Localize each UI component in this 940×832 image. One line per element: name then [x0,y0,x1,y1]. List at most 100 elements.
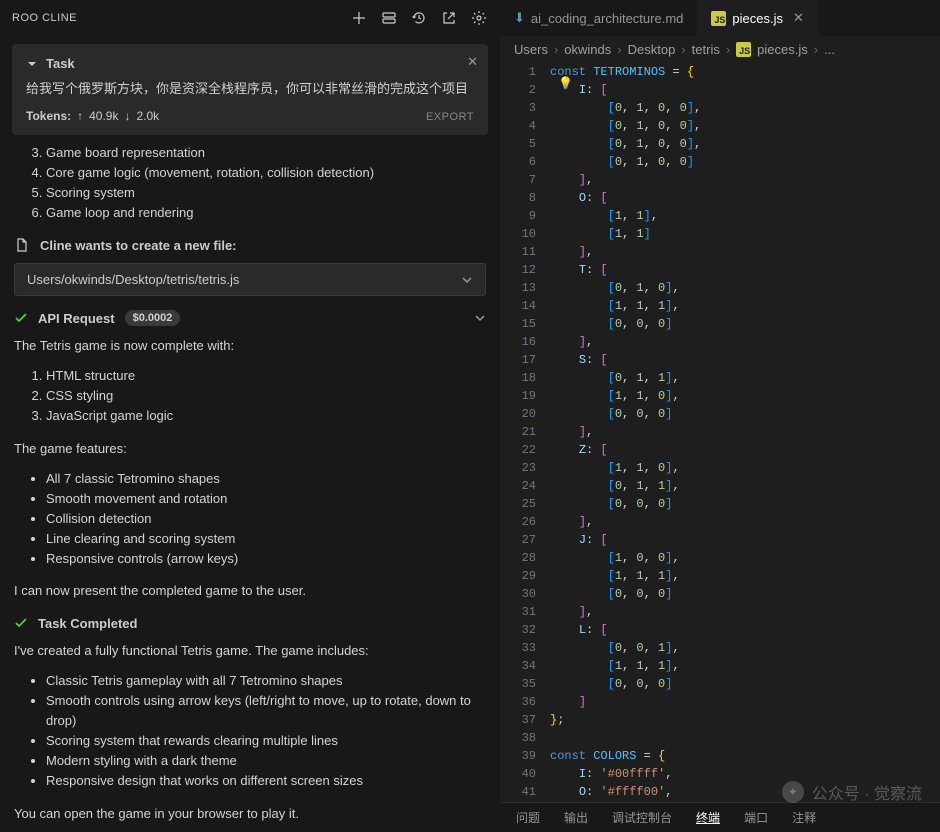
code-line[interactable]: [0, 0, 0] [550,315,940,333]
code-line[interactable]: L: [ [550,621,940,639]
line-number: 12 [508,261,536,279]
line-number: 15 [508,315,536,333]
api-request-row[interactable]: API Request $0.0002 [14,310,486,326]
line-number: 28 [508,549,536,567]
task-completed-label: Task Completed [38,616,137,631]
code-line[interactable]: S: [ [550,351,940,369]
tab-label: pieces.js [732,11,783,26]
server-icon[interactable] [380,9,398,27]
js-icon: JS [736,42,751,57]
code-line[interactable]: [0, 1, 0, 0], [550,117,940,135]
code-line[interactable]: [1, 1, 1], [550,297,940,315]
numbered-list: Game board representationCore game logic… [14,143,486,224]
markdown-icon: ⬇ [514,10,525,26]
code-line[interactable]: ], [550,171,940,189]
list-item: Collision detection [46,509,486,529]
export-button[interactable]: EXPORT [426,111,474,123]
code-line[interactable]: ], [550,423,940,441]
line-number: 19 [508,387,536,405]
panel-tab[interactable]: 终端 [696,809,720,826]
close-icon[interactable]: ✕ [467,54,478,70]
code-line[interactable]: O: [ [550,189,940,207]
task-card: Task ✕ 给我写个俄罗斯方块，你是资深全栈程序员，你可以非常丝滑的完成这个项… [12,44,488,135]
plus-icon[interactable] [350,9,368,27]
code-line[interactable]: [0, 1, 1], [550,477,940,495]
tokens-up: 40.9k [89,109,118,123]
code-line[interactable]: ], [550,513,940,531]
list-item: HTML structure [46,366,486,386]
code-line[interactable]: [0, 1, 0, 0], [550,99,940,117]
panel-tabs: 问题 输出 调试控制台 终端 端口 注释 [500,802,940,832]
line-number: 21 [508,423,536,441]
code-line[interactable]: ], [550,603,940,621]
code-line[interactable]: [1, 1, 0], [550,387,940,405]
gear-icon[interactable] [470,9,488,27]
breadcrumb-segment[interactable]: tetris [692,42,720,57]
panel-tab[interactable]: 问题 [516,809,540,826]
code-line[interactable]: [0, 1, 0], [550,279,940,297]
open-external-icon[interactable] [440,9,458,27]
code-line[interactable]: [1, 1, 1], [550,657,940,675]
code-line[interactable]: [1, 1, 0], [550,459,940,477]
code-line[interactable]: T: [ [550,261,940,279]
js-icon: JS [711,11,726,26]
panel-tab[interactable]: 端口 [744,809,768,826]
list-item: Classic Tetris gameplay with all 7 Tetro… [46,671,486,691]
code-line[interactable]: [1, 0, 0], [550,549,940,567]
tab-ai_coding_architecture-md[interactable]: ⬇ai_coding_architecture.md [500,0,697,36]
code-line[interactable]: [1, 1], [550,207,940,225]
code-line[interactable]: }; [550,711,940,729]
breadcrumb[interactable]: Users›okwinds›Desktop›tetris›JSpieces.js… [500,36,940,63]
task-tokens: Tokens: ↑ 40.9k ↓ 2.0k [26,109,474,123]
code-line[interactable]: [1, 1] [550,225,940,243]
code-line[interactable]: [0, 0, 0] [550,495,940,513]
breadcrumb-segment[interactable]: ... [824,42,835,57]
code-line[interactable]: const COLORS = { [550,747,940,765]
code-line[interactable]: [0, 0, 0] [550,585,940,603]
code-line[interactable]: [0, 1, 1], [550,369,940,387]
breadcrumb-segment[interactable]: okwinds [564,42,611,57]
editor-tabs: ⬇ai_coding_architecture.md JS pieces.js ✕ [500,0,940,36]
panel-tab[interactable]: 调试控制台 [612,809,672,826]
code-content[interactable]: const TETROMINOS = { I: [ [0, 1, 0, 0], … [550,63,940,802]
panel-tab[interactable]: 输出 [564,809,588,826]
code-line[interactable]: I: [ [550,81,940,99]
line-number: 8 [508,189,536,207]
list-item: Responsive design that works on differen… [46,771,486,791]
code-line[interactable]: ] [550,693,940,711]
code-line[interactable]: ], [550,333,940,351]
code-line[interactable]: J: [ [550,531,940,549]
lightbulb-icon[interactable]: 💡 [558,76,573,90]
list-item: Smooth movement and rotation [46,489,486,509]
line-number: 11 [508,243,536,261]
line-number: 3 [508,99,536,117]
code-line[interactable]: [1, 1, 1], [550,567,940,585]
code-line[interactable] [550,729,940,747]
line-number: 39 [508,747,536,765]
chevron-right-icon: › [554,42,558,57]
code-line[interactable]: [0, 0, 0] [550,405,940,423]
list-item: CSS styling [46,386,486,406]
breadcrumb-segment[interactable]: Users [514,42,548,57]
tab-pieces-js[interactable]: JS pieces.js ✕ [697,0,817,36]
code-line[interactable]: ], [550,243,940,261]
created-intro: I've created a fully functional Tetris g… [14,641,486,661]
line-number: 7 [508,171,536,189]
code-line[interactable]: [0, 1, 0, 0] [550,153,940,171]
code-line[interactable]: [0, 0, 1], [550,639,940,657]
code-line[interactable]: const TETROMINOS = { [550,63,940,81]
tokens-down: 2.0k [136,109,159,123]
code-line[interactable]: [0, 0, 0] [550,675,940,693]
history-icon[interactable] [410,9,428,27]
code-line[interactable]: Z: [ [550,441,940,459]
breadcrumb-segment[interactable]: Desktop [628,42,676,57]
close-icon[interactable]: ✕ [793,10,804,26]
code-editor[interactable]: 1234567891011121314151617181920212223242… [500,63,940,802]
breadcrumb-segment[interactable]: pieces.js [757,42,808,57]
file-path-input[interactable]: Users/okwinds/Desktop/tetris/tetris.js [14,263,486,296]
line-number: 18 [508,369,536,387]
panel-tab[interactable]: 注释 [792,809,816,826]
code-line[interactable]: [0, 1, 0, 0], [550,135,940,153]
task-header[interactable]: Task [26,56,474,71]
task-description: 给我写个俄罗斯方块，你是资深全栈程序员，你可以非常丝滑的完成这个项目 [26,79,474,99]
